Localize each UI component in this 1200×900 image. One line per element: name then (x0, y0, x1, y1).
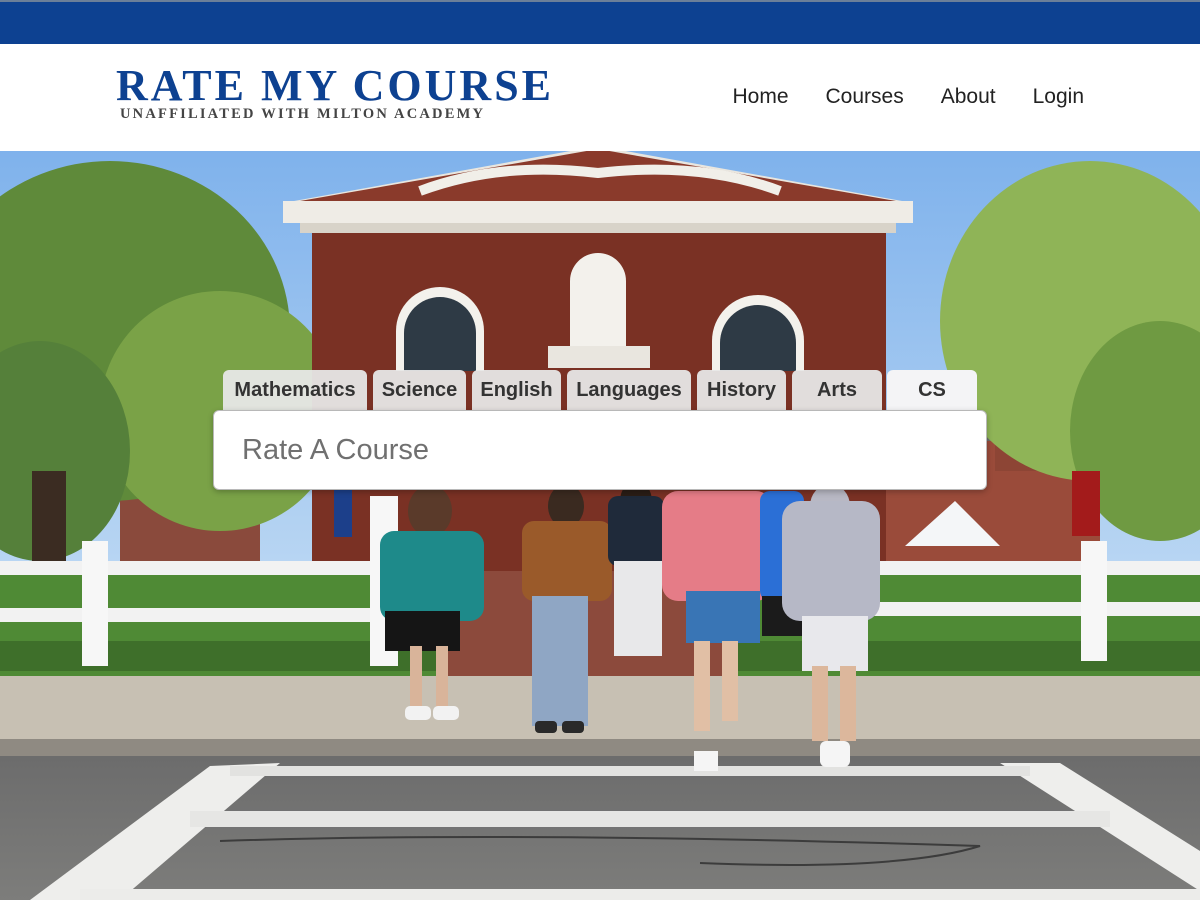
nav-courses[interactable]: Courses (826, 85, 904, 109)
nav-about[interactable]: About (941, 85, 996, 109)
nav-login[interactable]: Login (1033, 85, 1084, 109)
tab-history[interactable]: History (697, 370, 786, 410)
tab-arts[interactable]: Arts (792, 370, 882, 410)
top-brand-band (0, 0, 1200, 44)
course-search-input[interactable] (214, 411, 986, 489)
nav-home[interactable]: Home (732, 85, 788, 109)
tab-cs[interactable]: CS (887, 370, 977, 410)
hero-campus-image (0, 151, 1200, 900)
tab-science[interactable]: Science (373, 370, 466, 410)
tab-mathematics[interactable]: Mathematics (223, 370, 367, 410)
site-header: RATE MY COURSE UNAFFILIATED WITH MILTON … (0, 44, 1200, 151)
main-nav: Home Courses About Login (732, 85, 1084, 109)
course-search-box (213, 410, 987, 490)
logo-title: RATE MY COURSE (116, 61, 555, 110)
site-logo[interactable]: RATE MY COURSE UNAFFILIATED WITH MILTON … (116, 61, 555, 123)
tab-languages[interactable]: Languages (567, 370, 691, 410)
tab-english[interactable]: English (472, 370, 561, 410)
